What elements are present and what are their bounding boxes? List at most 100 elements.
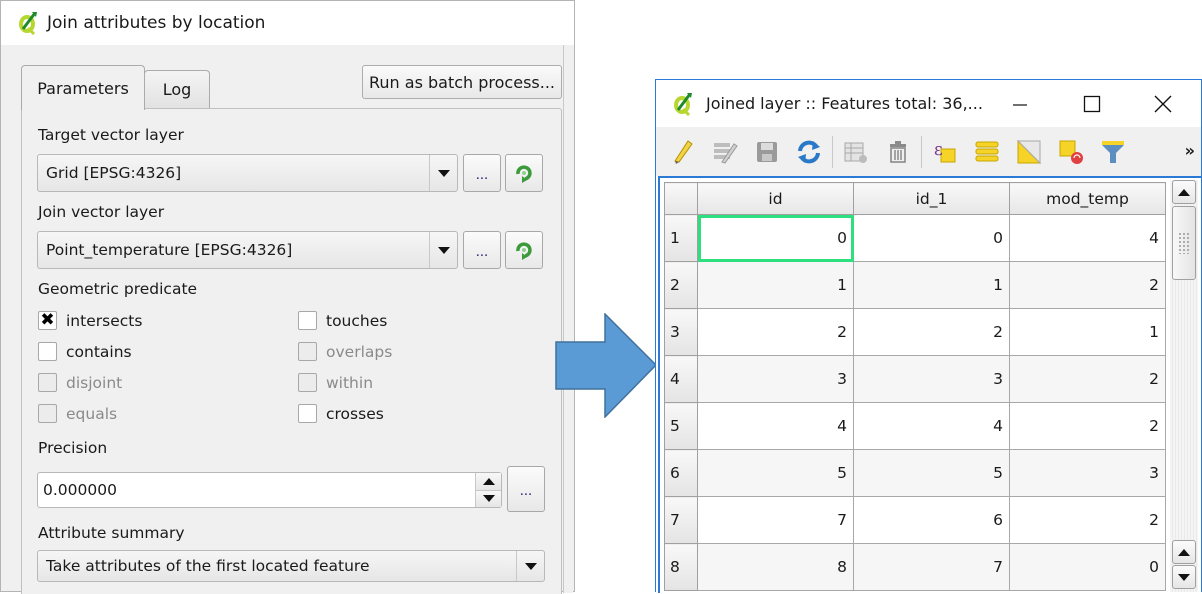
scroll-thumb[interactable] — [1172, 206, 1196, 280]
row-header[interactable]: 3 — [664, 308, 698, 356]
close-button[interactable] — [1140, 80, 1186, 127]
checkbox-disabled[interactable] — [38, 404, 57, 423]
column-header-id_1[interactable]: id_1 — [853, 182, 1010, 215]
table-cell-id[interactable]: 2 — [697, 308, 854, 356]
scroll-up-button[interactable] — [1172, 180, 1196, 204]
window-title: Joined layer :: Features total: 36,... — [706, 94, 983, 113]
invert-selection-button[interactable] — [1012, 135, 1046, 169]
table-cell-id_1[interactable]: 4 — [853, 402, 1010, 450]
table-row[interactable]: 3221 — [664, 308, 1166, 356]
table-cell-mod_temp[interactable]: 2 — [1009, 261, 1166, 309]
table-row[interactable]: 5442 — [664, 402, 1166, 450]
toolbar-overflow-button[interactable]: » — [1185, 141, 1195, 160]
checkbox-disabled[interactable] — [298, 373, 317, 392]
row-header[interactable]: 4 — [664, 355, 698, 403]
table-cell-mod_temp[interactable]: 0 — [1009, 543, 1166, 591]
table-cell-mod_temp[interactable]: 2 — [1009, 496, 1166, 544]
table-row[interactable]: 7762 — [664, 496, 1166, 544]
precision-spinbox[interactable]: 0.000000 — [37, 472, 502, 508]
predicate-touches[interactable]: touches — [298, 311, 387, 330]
delete-feature-button[interactable] — [881, 135, 915, 169]
join-layer-iterate-button[interactable] — [505, 231, 543, 269]
grip-icon — [1178, 232, 1190, 254]
table-row[interactable]: 4332 — [664, 355, 1166, 403]
checkbox-disabled[interactable] — [38, 373, 57, 392]
predicate-contains[interactable]: contains — [38, 342, 132, 361]
column-header-mod_temp[interactable]: mod_temp — [1009, 182, 1166, 215]
target-layer-browse-button[interactable]: ... — [463, 154, 501, 192]
target-layer-iterate-button[interactable] — [505, 154, 543, 192]
precision-value[interactable]: 0.000000 — [38, 481, 475, 499]
table-cell-id[interactable]: 3 — [697, 355, 854, 403]
minimize-button[interactable] — [997, 80, 1043, 127]
table-cell-id[interactable]: 1 — [697, 261, 854, 309]
scroll-up-button-lower[interactable] — [1172, 540, 1196, 564]
filter-button[interactable] — [1096, 135, 1130, 169]
table-cell-mod_temp[interactable]: 3 — [1009, 449, 1166, 497]
table-cell-id_1[interactable]: 1 — [853, 261, 1010, 309]
table-row[interactable]: 6553 — [664, 449, 1166, 497]
table-cell-id_1[interactable]: 7 — [853, 543, 1010, 591]
predicate-within[interactable]: within — [298, 373, 373, 392]
row-header[interactable]: 5 — [664, 402, 698, 450]
table-cell-id_1[interactable]: 6 — [853, 496, 1010, 544]
table-cell-id[interactable]: 5 — [697, 449, 854, 497]
checkbox-disabled[interactable] — [298, 342, 317, 361]
table-cell-id[interactable]: 0 — [697, 214, 854, 262]
tab-parameters[interactable]: Parameters — [21, 65, 145, 110]
table-cell-mod_temp[interactable]: 2 — [1009, 402, 1166, 450]
chevron-down-icon[interactable] — [429, 155, 457, 191]
deselect-all-button[interactable] — [1054, 135, 1088, 169]
reload-button[interactable] — [792, 135, 826, 169]
table-cell-id_1[interactable]: 0 — [853, 214, 1010, 262]
table-cell-id[interactable]: 4 — [697, 402, 854, 450]
table-row[interactable]: 8870 — [664, 543, 1166, 591]
checkbox[interactable] — [298, 404, 317, 423]
row-header[interactable]: 2 — [664, 261, 698, 309]
precision-browse-button[interactable]: ... — [507, 466, 545, 512]
table-vertical-scrollbar[interactable] — [1170, 180, 1198, 592]
spin-up-button[interactable] — [476, 473, 501, 490]
target-layer-select[interactable]: Grid [EPSG:4326] — [37, 154, 458, 192]
predicate-equals[interactable]: equals — [38, 404, 117, 423]
join-layer-select[interactable]: Point_temperature [EPSG:4326] — [37, 231, 458, 269]
chevron-down-icon[interactable] — [429, 232, 457, 268]
row-header[interactable]: 6 — [664, 449, 698, 497]
table-row[interactable]: 2112 — [664, 261, 1166, 309]
maximize-button[interactable] — [1069, 80, 1115, 127]
scroll-down-button[interactable] — [1172, 565, 1196, 589]
attribute-summary-select[interactable]: Take attributes of the first located fea… — [37, 550, 545, 582]
checkbox[interactable] — [298, 311, 317, 330]
add-feature-button[interactable] — [839, 135, 873, 169]
column-header-id[interactable]: id — [697, 182, 854, 215]
spin-down-button[interactable] — [476, 489, 501, 507]
table-cell-id_1[interactable]: 3 — [853, 355, 1010, 403]
chevron-down-icon[interactable] — [516, 551, 544, 581]
corner-header[interactable] — [664, 182, 698, 215]
predicate-disjoint[interactable]: disjoint — [38, 373, 122, 392]
predicate-intersects[interactable]: ✖ intersects — [38, 311, 142, 330]
multi-edit-button[interactable] — [708, 135, 742, 169]
table-cell-id[interactable]: 8 — [697, 543, 854, 591]
predicate-overlaps[interactable]: overlaps — [298, 342, 392, 361]
table-cell-id[interactable]: 7 — [697, 496, 854, 544]
predicate-crosses[interactable]: crosses — [298, 404, 384, 423]
join-layer-browse-button[interactable]: ... — [463, 231, 501, 269]
table-cell-mod_temp[interactable]: 2 — [1009, 355, 1166, 403]
tab-log[interactable]: Log — [144, 70, 210, 108]
run-as-batch-button[interactable]: Run as batch process... — [362, 65, 562, 99]
checkbox-checked[interactable]: ✖ — [38, 311, 57, 330]
table-row[interactable]: 1004 — [664, 214, 1166, 262]
table-cell-id_1[interactable]: 2 — [853, 308, 1010, 356]
toggle-editing-button[interactable] — [666, 135, 700, 169]
select-all-button[interactable] — [970, 135, 1004, 169]
checkbox[interactable] — [38, 342, 57, 361]
table-cell-id_1[interactable]: 5 — [853, 449, 1010, 497]
row-header[interactable]: 7 — [664, 496, 698, 544]
select-by-expression-button[interactable]: ε — [928, 135, 962, 169]
save-edits-button[interactable] — [750, 135, 784, 169]
table-cell-mod_temp[interactable]: 1 — [1009, 308, 1166, 356]
row-header[interactable]: 1 — [664, 214, 698, 262]
row-header[interactable]: 8 — [664, 543, 698, 591]
table-cell-mod_temp[interactable]: 4 — [1009, 214, 1166, 262]
